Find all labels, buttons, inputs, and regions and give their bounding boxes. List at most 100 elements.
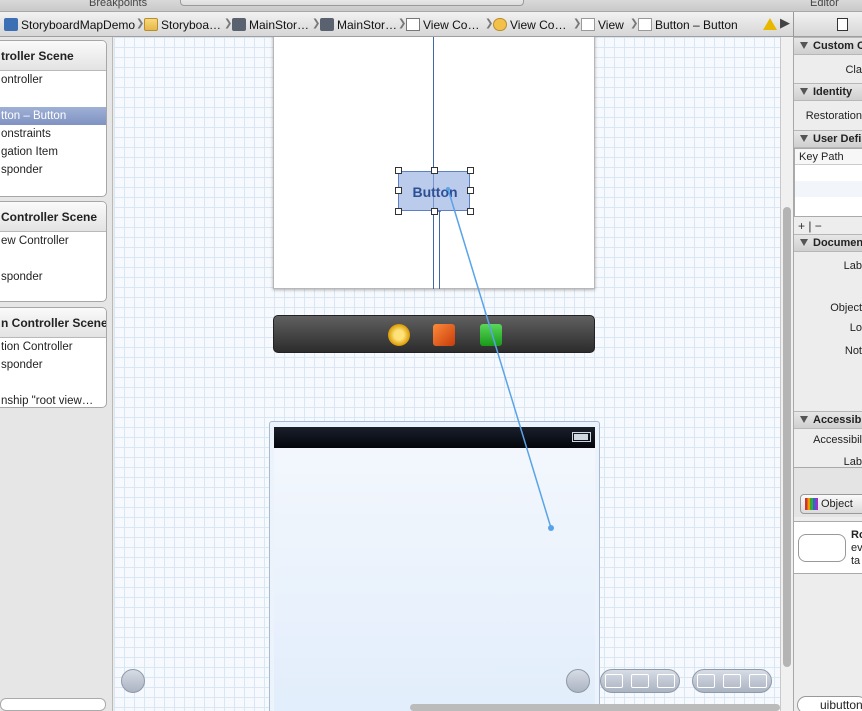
crumb-folder[interactable]: Storyboa… — [144, 12, 221, 37]
zoom-reset-icon[interactable] — [723, 674, 741, 688]
outline-item[interactable]: tion Controller — [0, 338, 106, 356]
outline-item[interactable]: sponder — [0, 268, 106, 286]
scene-header[interactable]: Controller Scene — [0, 202, 106, 232]
section-identity[interactable]: Identity — [794, 83, 862, 101]
outline-item[interactable]: sponder — [0, 356, 106, 374]
object-cube-icon[interactable] — [433, 324, 455, 346]
accessibility-label: Accessibil — [813, 434, 862, 446]
outline-item[interactable] — [0, 374, 106, 392]
resize-handle[interactable] — [395, 167, 402, 174]
breakpoints-label[interactable]: Breakpoints — [89, 0, 147, 9]
scene-3: n Controller Scene tion Controller spond… — [0, 307, 107, 408]
file-inspector-icon[interactable] — [837, 18, 848, 31]
forward-arrow-icon[interactable]: ▶ — [780, 15, 790, 31]
outline-filter-field[interactable] — [0, 698, 106, 711]
runtime-attributes-table[interactable]: Key Path — [794, 148, 862, 217]
crumb-storyboard-1[interactable]: MainStor… — [232, 12, 309, 37]
library-search-input[interactable]: uibutton — [797, 696, 862, 711]
project-segment[interactable] — [180, 0, 524, 6]
document-outline: troller Scene ontroller tton – Button on… — [0, 37, 113, 711]
selected-button[interactable]: Button — [398, 171, 470, 211]
first-responder-icon[interactable] — [388, 324, 410, 346]
crumb-view[interactable]: View — [581, 12, 624, 37]
library-tabbar: Object — [794, 467, 862, 517]
view-controller-view[interactable] — [273, 37, 595, 289]
notes-label: Not — [844, 345, 862, 357]
zoom-in-icon[interactable] — [749, 674, 767, 688]
constraint-line — [439, 211, 440, 289]
storyboard-canvas[interactable]: Button — [114, 37, 780, 711]
scene-dock — [273, 315, 595, 353]
resize-handle[interactable] — [467, 187, 474, 194]
disclosure-icon — [800, 416, 808, 423]
editor-label[interactable]: Editor — [810, 0, 839, 9]
vertical-scrollbar[interactable] — [780, 37, 793, 711]
lock-label: Lo — [849, 322, 862, 334]
outline-item[interactable]: ew Controller — [0, 232, 106, 250]
layout-buttons — [600, 669, 680, 693]
class-label: Cla — [845, 64, 862, 76]
outline-item[interactable]: nship "root view… — [0, 392, 106, 407]
zoom-out-icon[interactable] — [697, 674, 715, 688]
crumb-storyboard-2[interactable]: MainStor… — [320, 12, 397, 37]
resize-handle[interactable] — [395, 187, 402, 194]
battery-icon — [572, 432, 591, 442]
jump-bar: StoryboardMapDemo ❯ Storyboa… ❯ MainStor… — [0, 12, 862, 37]
resize-handle[interactable] — [395, 208, 402, 215]
crumb-project[interactable]: StoryboardMapDemo — [4, 12, 135, 37]
crumb-view-controller[interactable]: View Co… — [493, 12, 566, 37]
outline-item-selected[interactable]: tton – Button — [0, 107, 106, 125]
pin-icon[interactable] — [631, 674, 649, 688]
scene-1: troller Scene ontroller tton – Button on… — [0, 40, 107, 197]
outline-item[interactable]: onstraints — [0, 125, 106, 143]
object-library-icon — [805, 498, 818, 510]
scene-2: Controller Scene ew Controller sponder — [0, 201, 107, 302]
library-item-desc: ev — [851, 542, 862, 554]
label-field-label: Lab — [843, 260, 862, 272]
section-document[interactable]: Documen — [794, 234, 862, 252]
resize-handle[interactable] — [431, 208, 438, 215]
disclosure-icon — [800, 135, 808, 142]
outline-item[interactable]: gation Item — [0, 143, 106, 161]
outline-item[interactable] — [0, 89, 106, 107]
resolve-icon[interactable] — [657, 674, 675, 688]
exit-icon[interactable] — [480, 324, 502, 346]
resize-handle[interactable] — [467, 167, 474, 174]
resize-handle[interactable] — [431, 167, 438, 174]
add-remove-buttons[interactable]: + | − — [794, 218, 862, 234]
jump-divider — [793, 12, 794, 37]
identity-inspector: Custom C Cla Identity Restoration User D… — [793, 37, 862, 711]
device-toggle-button[interactable] — [566, 669, 590, 693]
disclosure-icon — [800, 239, 808, 246]
scene-content-view[interactable] — [274, 448, 595, 711]
disclosure-icon — [800, 88, 808, 95]
table-row[interactable] — [795, 181, 862, 197]
storyboard-icon — [232, 18, 246, 31]
crumb-button[interactable]: Button – Button — [638, 12, 738, 37]
object-id-label: Object — [830, 302, 862, 314]
section-user-defined[interactable]: User Defi — [794, 130, 862, 148]
outline-toggle-button[interactable] — [121, 669, 145, 693]
section-accessibility[interactable]: Accessibi — [794, 411, 862, 429]
scene-header[interactable]: troller Scene — [0, 41, 106, 71]
restoration-label: Restoration — [805, 110, 862, 122]
scroll-thumb[interactable] — [783, 207, 791, 667]
outline-item[interactable] — [0, 250, 106, 268]
status-bar — [274, 427, 595, 448]
scene-header[interactable]: n Controller Scene — [0, 308, 106, 338]
align-icon[interactable] — [605, 674, 623, 688]
warning-icon[interactable] — [763, 18, 777, 30]
library-item-round-rect-button[interactable]: Ro ev ta — [794, 521, 862, 574]
object-library-tab[interactable]: Object — [800, 494, 862, 514]
section-custom-class[interactable]: Custom C — [794, 37, 862, 55]
outline-item[interactable]: sponder — [0, 161, 106, 179]
crumb-view-controller-scene[interactable]: View Co… — [406, 12, 479, 37]
button-label: Button — [412, 184, 458, 200]
resize-handle[interactable] — [467, 208, 474, 215]
library-item-desc: ta — [851, 555, 861, 567]
horizontal-scrollbar[interactable] — [410, 704, 780, 711]
keypath-column-header[interactable]: Key Path — [795, 149, 862, 165]
outline-item[interactable]: ontroller — [0, 71, 106, 89]
round-rect-button-icon — [798, 534, 846, 562]
destination-scene[interactable] — [269, 421, 600, 711]
